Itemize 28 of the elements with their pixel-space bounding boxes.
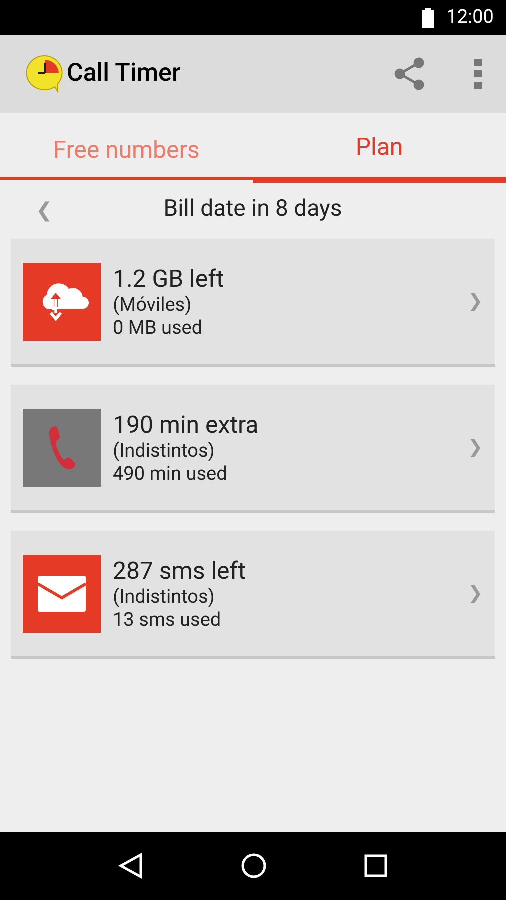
plan-title: 287 sms left <box>113 556 247 584</box>
tab[interactable]: Plan <box>253 113 506 183</box>
battery-icon <box>420 8 435 28</box>
chevron: ❯ <box>468 436 483 460</box>
more-options-icon[interactable] <box>474 59 482 89</box>
envelope-icon <box>38 576 86 612</box>
chevron: ❯ <box>468 290 483 314</box>
plan-usage: 13 sms used <box>113 608 222 630</box>
share-icon[interactable] <box>394 57 426 91</box>
chevron: ❯ <box>468 582 483 606</box>
plan-card[interactable]: 1.2 GB left (Móviles) 0 MB used ❯ <box>11 239 495 367</box>
bill-date-label: Bill date in 8 days <box>164 194 342 224</box>
app-title: Call Timer <box>67 58 181 90</box>
plan-card[interactable]: 190 min extra (Indistintos) 490 min used ❯ <box>11 385 495 513</box>
home-icon[interactable] <box>240 853 267 879</box>
plan-scope: (Indistintos) <box>113 584 216 608</box>
plan-title: 1.2 GB left <box>113 264 226 292</box>
plan-scope: (Móviles) <box>113 292 193 316</box>
plan-card[interactable]: 287 sms left (Indistintos) 13 sms used ❯ <box>11 531 495 659</box>
recent-apps-icon[interactable] <box>364 854 388 878</box>
plan-title: 190 min extra <box>113 410 260 438</box>
plan-scope: (Indistintos) <box>113 438 216 462</box>
plan-usage: 0 MB used <box>113 316 204 338</box>
plan-usage: 490 min used <box>113 462 228 484</box>
phone-icon <box>47 424 77 470</box>
clock-bubble-icon <box>25 54 65 94</box>
back-icon[interactable] <box>118 852 144 880</box>
clock: 12:00 <box>446 4 494 30</box>
